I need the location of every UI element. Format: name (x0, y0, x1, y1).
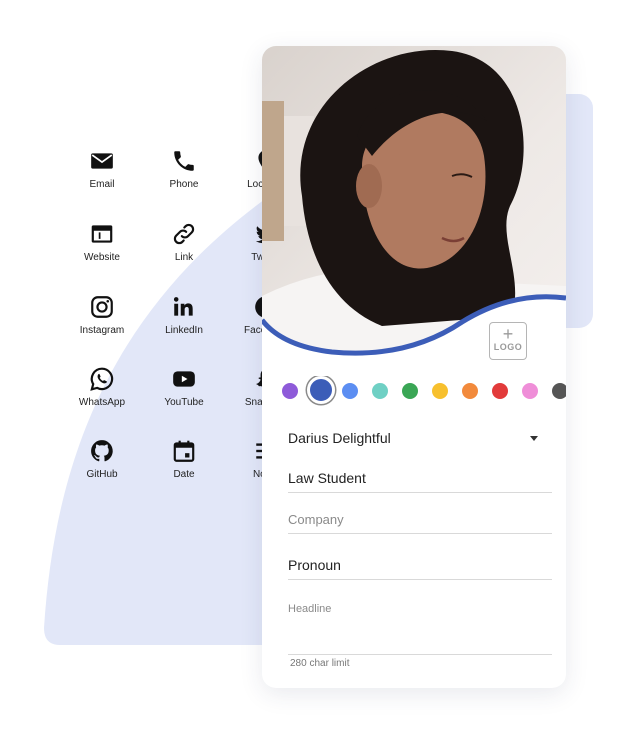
color-swatch[interactable] (432, 383, 448, 399)
field-type-phone[interactable]: Phone (142, 148, 226, 190)
color-swatch[interactable] (402, 383, 418, 399)
company-placeholder: Company (288, 512, 344, 527)
plus-icon: + (502, 324, 514, 344)
field-type-grid: EmailPhoneLocationWebsiteLinkTwitterInst… (60, 148, 270, 508)
pronoun-value: Pronoun (288, 557, 341, 573)
field-type-label: GitHub (86, 469, 118, 480)
title-field[interactable]: Law Student (288, 470, 552, 493)
dropdown-caret-icon[interactable] (530, 436, 538, 441)
color-swatch[interactable] (372, 383, 388, 399)
linkedin-icon (173, 297, 193, 316)
website-icon (91, 225, 113, 243)
field-type-website[interactable]: Website (60, 221, 144, 263)
github-icon (91, 440, 113, 462)
logo-label: LOGO (493, 342, 523, 352)
instagram-icon (91, 296, 113, 318)
field-type-date[interactable]: Date (142, 438, 226, 480)
email-icon (91, 153, 113, 169)
color-swatch[interactable] (552, 383, 566, 399)
field-type-label: Date (173, 469, 195, 480)
profile-card: + LOGO Darius Delightful Law Student Com… (262, 46, 566, 688)
color-swatch[interactable] (492, 383, 508, 399)
field-type-linkedin[interactable]: LinkedIn (142, 294, 226, 336)
name-value: Darius Delightful (288, 430, 391, 446)
field-type-youtube[interactable]: YouTube (142, 366, 226, 408)
color-swatch[interactable] (342, 383, 358, 399)
field-type-label: Email (89, 179, 115, 190)
field-type-instagram[interactable]: Instagram (60, 294, 144, 336)
whatsapp-icon (90, 367, 114, 391)
field-type-label: WhatsApp (78, 397, 126, 408)
color-swatch[interactable] (522, 383, 538, 399)
company-field[interactable]: Company (288, 511, 552, 534)
title-value: Law Student (288, 470, 366, 486)
field-type-label: Website (84, 252, 120, 263)
color-picker (282, 376, 566, 406)
calendar-icon (173, 440, 195, 462)
field-type-email[interactable]: Email (60, 148, 144, 190)
color-swatch[interactable] (462, 383, 478, 399)
add-logo-button[interactable]: + LOGO (489, 322, 527, 360)
pronoun-field[interactable]: Pronoun (288, 557, 552, 580)
color-swatch[interactable] (282, 383, 298, 399)
field-type-link[interactable]: Link (142, 221, 226, 263)
field-type-label: Instagram (79, 325, 125, 336)
field-type-label: Link (174, 252, 194, 263)
field-type-github[interactable]: GitHub (60, 438, 144, 480)
field-type-label: LinkedIn (165, 325, 203, 336)
headline-field[interactable]: Headline (288, 599, 552, 655)
link-icon (173, 223, 195, 245)
field-type-label: YouTube (164, 397, 204, 408)
color-swatch-selected[interactable] (307, 376, 335, 404)
char-limit-text: 280 char limit (290, 658, 350, 669)
headline-placeholder: Headline (288, 603, 332, 615)
phone-icon (174, 151, 194, 171)
youtube-icon (173, 371, 195, 387)
field-type-label: Phone (169, 179, 199, 190)
name-field[interactable]: Darius Delightful (288, 430, 552, 460)
field-type-whatsapp[interactable]: WhatsApp (60, 366, 144, 408)
